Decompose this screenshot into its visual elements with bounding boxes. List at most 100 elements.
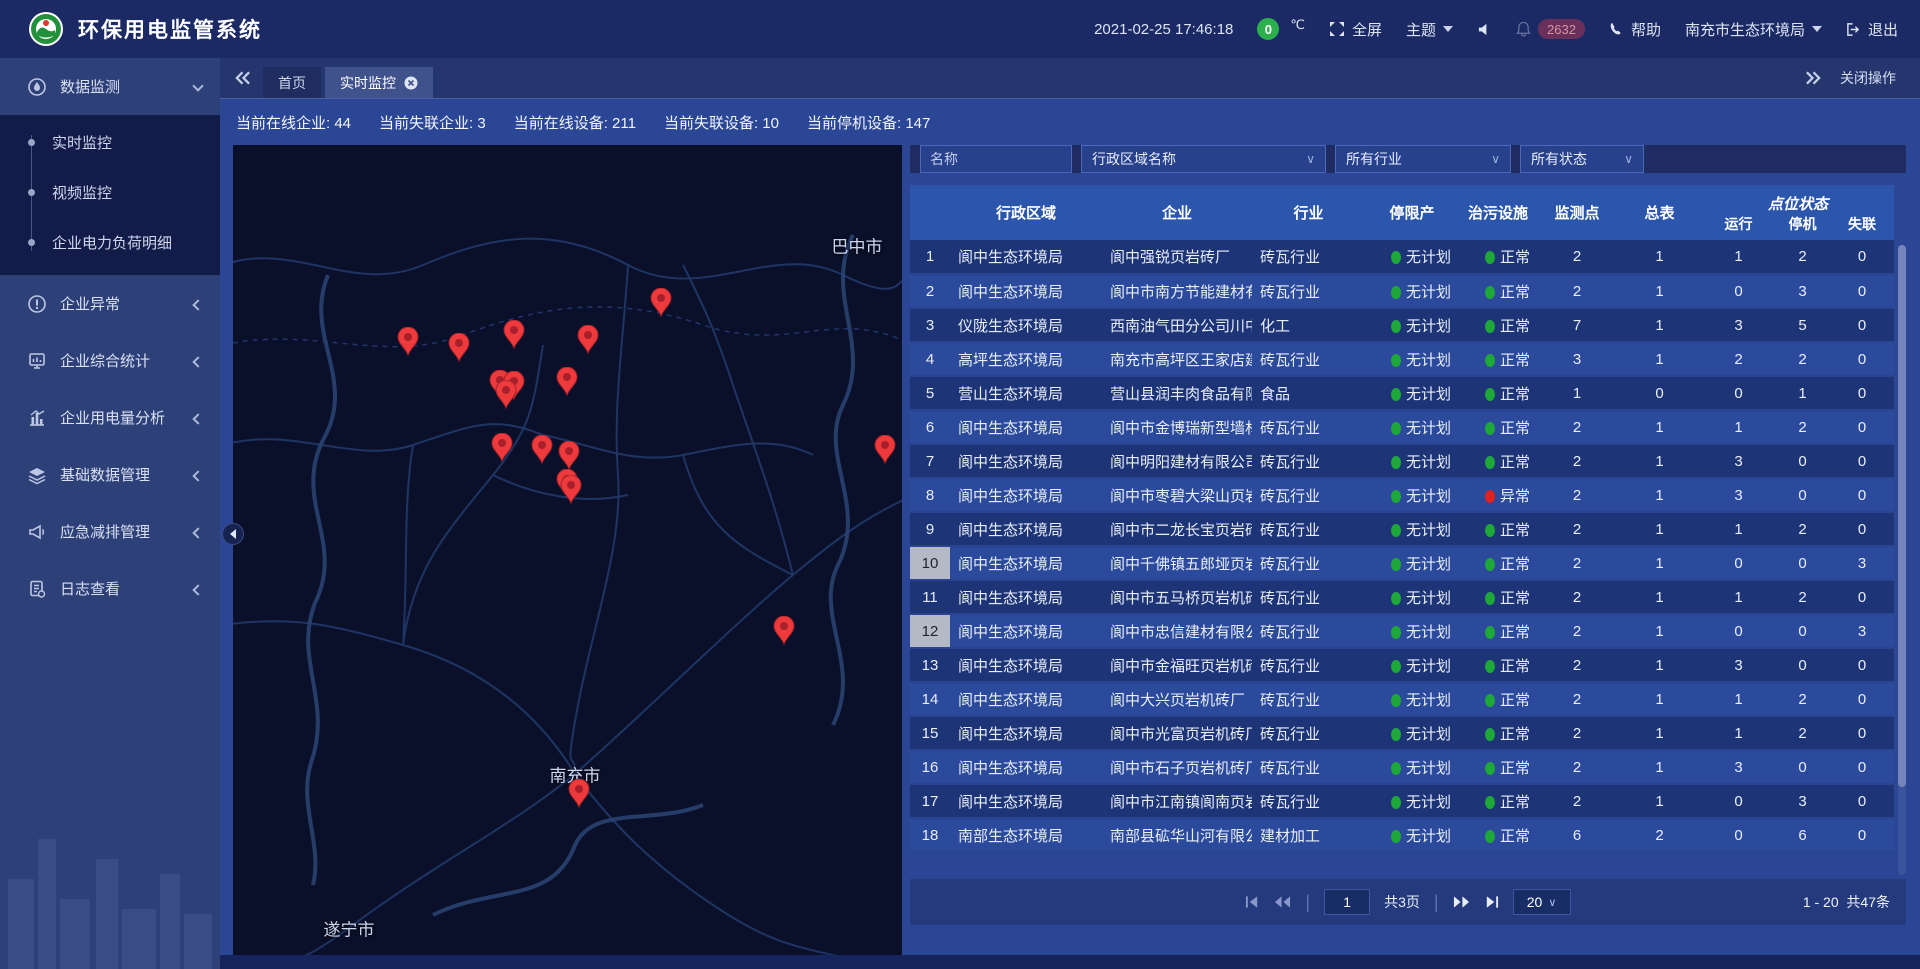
cell-total-meters: 1	[1617, 512, 1702, 546]
tab-realtime-monitoring[interactable]: 实时监控	[325, 67, 433, 98]
cell-region: 阆中生态环境局	[950, 750, 1102, 784]
sidebar-subitem[interactable]: 视频监控	[0, 167, 220, 217]
cell-stopped: 0	[1775, 614, 1830, 648]
table-row[interactable]: 9阆中生态环境局阆中市二龙长宝页岩砖砖瓦行业无计划正常21120	[910, 512, 1894, 546]
logout-button[interactable]: 退出	[1846, 19, 1898, 40]
sidebar-item[interactable]: 应急减排管理	[0, 503, 220, 560]
table-row[interactable]: 3仪陇生态环境局西南油气田分公司川中化工无计划正常71350	[910, 308, 1894, 342]
sidebar-item[interactable]: 基础数据管理	[0, 446, 220, 503]
map-marker-pin[interactable]	[503, 320, 525, 350]
cell-running: 1	[1702, 410, 1775, 444]
map-collapse-button[interactable]	[222, 523, 244, 545]
table-row[interactable]: 17阆中生态环境局阆中市江南镇阆南页岩砖瓦行业无计划正常21030	[910, 784, 1894, 818]
table-row[interactable]: 10阆中生态环境局阆中千佛镇五郎垭页岩砖瓦行业无计划正常21003	[910, 546, 1894, 580]
table-row[interactable]: 6阆中生态环境局阆中市金博瑞新型墙材砖瓦行业无计划正常21120	[910, 410, 1894, 444]
cell-running: 3	[1702, 308, 1775, 342]
filter-bar: 行政区域名称∨ 所有行业∨ 所有状态∨	[910, 145, 1906, 173]
table-row[interactable]: 15阆中生态环境局阆中市光富页岩机砖厂砖瓦行业无计划正常21120	[910, 716, 1894, 750]
caret-down-icon	[1812, 26, 1822, 32]
page-size-select[interactable]: 20∨	[1513, 889, 1571, 915]
page-number-input[interactable]	[1324, 889, 1370, 915]
mute-speaker-button[interactable]	[1477, 22, 1492, 37]
col-running: 运行	[1702, 214, 1775, 240]
map-marker-pin[interactable]	[491, 433, 513, 463]
organization-dropdown[interactable]: 南充市生态环境局	[1685, 19, 1822, 40]
chevron-down-icon: ∨	[1491, 152, 1500, 166]
prev-page-button[interactable]	[1274, 895, 1291, 909]
name-filter-input[interactable]	[920, 145, 1072, 173]
table-row[interactable]: 4高坪生态环境局南充市高坪区王家店建砖瓦行业无计划正常31220	[910, 342, 1894, 376]
map-roads-layer	[233, 145, 902, 955]
map-marker-pin[interactable]	[577, 325, 599, 355]
chevron-left-icon	[192, 413, 203, 424]
theme-dropdown[interactable]: 主题	[1406, 19, 1453, 40]
table-row[interactable]: 11阆中生态环境局阆中市五马桥页岩机砖砖瓦行业无计划正常21120	[910, 580, 1894, 614]
cell-region: 阆中生态环境局	[950, 682, 1102, 716]
sidebar-item[interactable]: 数据监测	[0, 58, 220, 115]
map-marker-pin[interactable]	[650, 288, 672, 318]
table-row[interactable]: 14阆中生态环境局阆中大兴页岩机砖厂砖瓦行业无计划正常21120	[910, 682, 1894, 716]
exit-icon	[1846, 22, 1861, 37]
sidebar-item[interactable]: 日志查看	[0, 560, 220, 617]
help-button[interactable]: 帮助	[1609, 19, 1661, 40]
map-marker-pin[interactable]	[558, 441, 580, 471]
app-logo-icon	[28, 11, 64, 47]
table-row[interactable]: 7阆中生态环境局阆中明阳建材有限公司砖瓦行业无计划正常21300	[910, 444, 1894, 478]
cell-total-meters: 2	[1617, 818, 1702, 852]
status-dot	[1485, 286, 1495, 299]
map-marker-pin[interactable]	[397, 327, 419, 357]
map-marker-pin[interactable]	[568, 779, 590, 809]
fullscreen-button[interactable]: 全屏	[1329, 19, 1382, 40]
cell-region: 阆中生态环境局	[950, 614, 1102, 648]
table-row[interactable]: 1阆中生态环境局阆中强锐页岩砖厂砖瓦行业无计划正常21120	[910, 240, 1894, 274]
industry-filter-select[interactable]: 所有行业∨	[1335, 145, 1511, 173]
table-row[interactable]: 8阆中生态环境局阆中市枣碧大梁山页岩砖瓦行业无计划异常21300	[910, 478, 1894, 512]
table-scrollbar[interactable]	[1898, 245, 1906, 875]
table-row[interactable]: 18南部生态环境局南部县砿华山河有限公建材加工无计划正常62060	[910, 818, 1894, 852]
sidebar-item[interactable]: 企业综合统计	[0, 332, 220, 389]
map-marker-pin[interactable]	[773, 616, 795, 646]
next-page-button[interactable]	[1453, 895, 1470, 909]
cell-offline: 0	[1830, 716, 1894, 750]
sidebar-subitem[interactable]: 实时监控	[0, 117, 220, 167]
first-page-button[interactable]	[1245, 895, 1260, 909]
tabs-scroll-left-button[interactable]	[234, 71, 251, 85]
map-marker-pin[interactable]	[495, 380, 517, 410]
map-panel[interactable]: 巴中市南充市遂宁市	[233, 145, 902, 955]
table-row[interactable]: 2阆中生态环境局阆中市南方节能建材有砖瓦行业无计划正常21030	[910, 274, 1894, 308]
sidebar-item[interactable]: 企业用电量分析	[0, 389, 220, 446]
cell-company: 西南油气田分公司川中	[1102, 308, 1252, 342]
map-marker-pin[interactable]	[556, 367, 578, 397]
tab-close-icon[interactable]	[404, 76, 418, 90]
sidebar: 数据监测实时监控视频监控企业电力负荷明细企业异常企业综合统计企业用电量分析基础数…	[0, 58, 220, 969]
map-marker-pin[interactable]	[531, 435, 553, 465]
tab-label: 首页	[278, 73, 306, 93]
close-operations-button[interactable]: 关闭操作	[1840, 68, 1896, 88]
sidebar-item[interactable]: 企业异常	[0, 275, 220, 332]
notifications-widget[interactable]: 2632	[1516, 19, 1585, 39]
table-row[interactable]: 13阆中生态环境局阆中市金福旺页岩机砖砖瓦行业无计划正常21300	[910, 648, 1894, 682]
cell-monitor-points: 2	[1537, 750, 1617, 784]
map-marker-pin[interactable]	[560, 475, 582, 505]
sidebar-subitem[interactable]: 企业电力负荷明细	[0, 217, 220, 267]
cell-monitor-points: 2	[1537, 240, 1617, 274]
cell-total-meters: 1	[1617, 648, 1702, 682]
tab-home[interactable]: 首页	[263, 67, 321, 98]
table-row[interactable]: 12阆中生态环境局阆中市忠信建材有限公砖瓦行业无计划正常21003	[910, 614, 1894, 648]
status-filter-select[interactable]: 所有状态∨	[1520, 145, 1644, 173]
cell-region: 阆中生态环境局	[950, 512, 1102, 546]
sidebar-submenu: 实时监控视频监控企业电力负荷明细	[0, 115, 220, 275]
map-marker-pin[interactable]	[448, 333, 470, 363]
double-chevron-right-icon[interactable]	[1805, 71, 1822, 85]
scrollbar-thumb[interactable]	[1898, 245, 1906, 787]
cell-stopped: 2	[1775, 512, 1830, 546]
cell-running: 1	[1702, 682, 1775, 716]
status-dot	[1391, 660, 1401, 673]
map-marker-pin[interactable]	[874, 435, 896, 465]
region-filter-select[interactable]: 行政区域名称∨	[1081, 145, 1326, 173]
table-row[interactable]: 16阆中生态环境局阆中市石子页岩机砖厂砖瓦行业无计划正常21300	[910, 750, 1894, 784]
cell-region: 高坪生态环境局	[950, 342, 1102, 376]
last-page-button[interactable]	[1484, 895, 1499, 909]
table-row[interactable]: 5营山生态环境局营山县润丰肉食品有限食品无计划正常10010	[910, 376, 1894, 410]
cell-region: 阆中生态环境局	[950, 410, 1102, 444]
